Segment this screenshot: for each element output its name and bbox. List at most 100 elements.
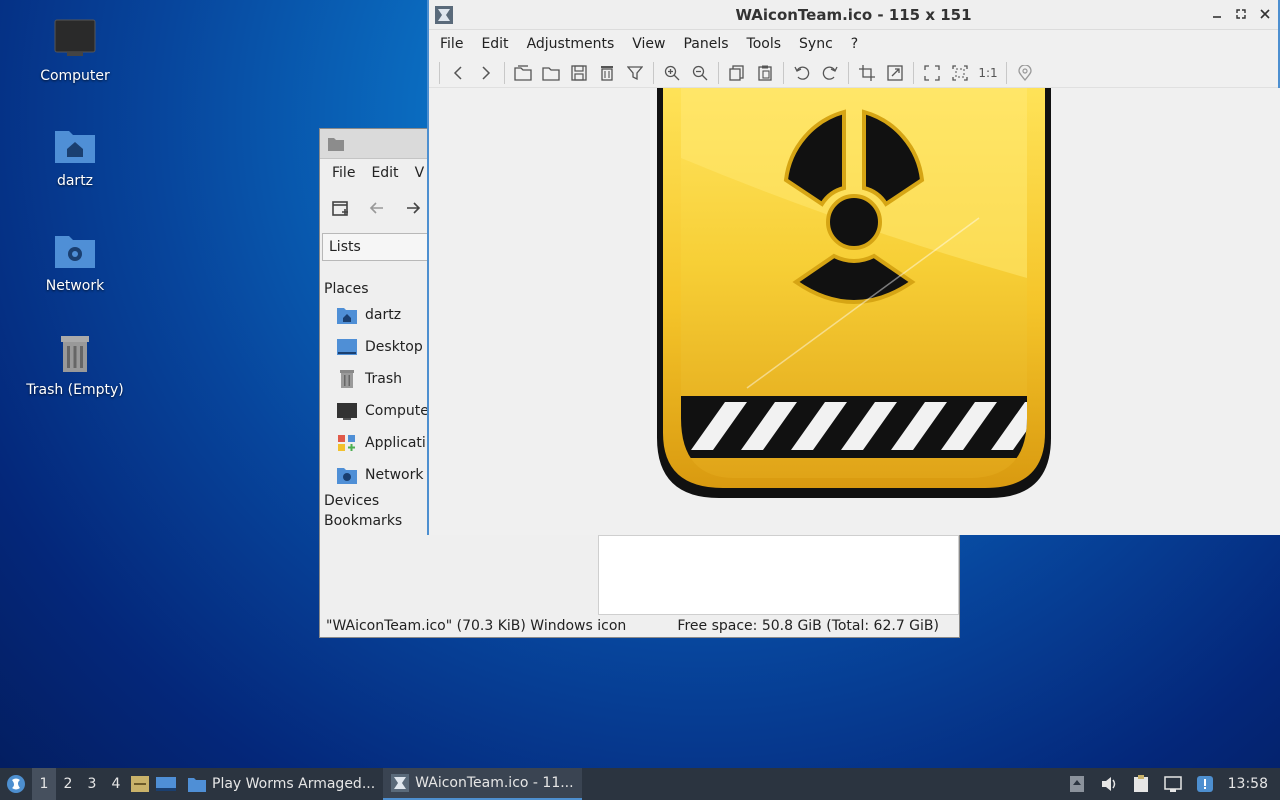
- menu-file[interactable]: File: [324, 165, 363, 181]
- system-tray: 13:58: [1068, 775, 1280, 793]
- menu-tools[interactable]: Tools: [738, 36, 791, 52]
- taskbar: 1 2 3 4 Play Worms Armaged... WAiconTeam…: [0, 768, 1280, 800]
- radiation-icon-image: [657, 88, 1051, 498]
- toolbar-separator: [1006, 61, 1007, 84]
- task-label: WAiconTeam.ico - 11...: [415, 775, 574, 791]
- image-viewer-titlebar[interactable]: WAiconTeam.ico - 115 x 151: [429, 0, 1278, 30]
- desktop-icon-label: dartz: [56, 173, 94, 189]
- sidebar-item-label: Applicati: [365, 435, 426, 451]
- delete-icon[interactable]: [593, 60, 621, 86]
- image-viewer-menubar: File Edit Adjustments View Panels Tools …: [429, 30, 1278, 58]
- back-arrow-icon[interactable]: [366, 197, 388, 219]
- desktop-icon: [337, 339, 357, 355]
- folder-icon: [328, 137, 344, 151]
- clipboard-icon[interactable]: [1132, 775, 1150, 793]
- desktop-icon-network[interactable]: Network: [20, 228, 130, 294]
- paste-icon[interactable]: [751, 60, 779, 86]
- show-desktop-icon[interactable]: [128, 768, 152, 800]
- status-bar: "WAiconTeam.ico" (70.3 KiB) Windows icon…: [320, 615, 959, 637]
- menu-file[interactable]: File: [431, 36, 472, 52]
- menu-edit[interactable]: Edit: [363, 165, 406, 181]
- side-pane-mode-select[interactable]: Lists: [322, 233, 442, 261]
- toolbar-separator: [913, 61, 914, 84]
- fit-window-icon[interactable]: [946, 60, 974, 86]
- file-view-area[interactable]: [598, 535, 959, 615]
- menu-help[interactable]: ?: [842, 36, 867, 52]
- toolbar-separator: [439, 61, 440, 84]
- previous-icon[interactable]: [444, 60, 472, 86]
- image-viewer-window: WAiconTeam.ico - 115 x 151 File Edit Adj…: [427, 0, 1280, 535]
- save-icon[interactable]: [565, 60, 593, 86]
- network-status-icon[interactable]: [1163, 775, 1182, 793]
- menu-adjustments[interactable]: Adjustments: [518, 36, 624, 52]
- forward-arrow-icon[interactable]: [402, 197, 424, 219]
- network-folder-icon: [337, 468, 357, 484]
- image-viewer-icon: [435, 5, 453, 24]
- fullscreen-icon[interactable]: [918, 60, 946, 86]
- workspace-1[interactable]: 1: [32, 768, 56, 800]
- rotate-right-icon[interactable]: [816, 60, 844, 86]
- minimize-icon[interactable]: [1210, 6, 1224, 22]
- sidebar-item-label: Desktop: [365, 339, 423, 355]
- next-icon[interactable]: [472, 60, 500, 86]
- sidebar-item-label: Trash: [365, 371, 402, 387]
- workspace-3[interactable]: 3: [80, 768, 104, 800]
- window-title: WAiconTeam.ico - 115 x 151: [735, 5, 972, 24]
- zoom-out-icon[interactable]: [686, 60, 714, 86]
- trash-icon: [61, 336, 89, 372]
- desktop-icon-home[interactable]: dartz: [20, 123, 130, 189]
- trash-icon: [340, 370, 354, 388]
- folder-icon: [188, 778, 206, 792]
- desktop-icon-trash[interactable]: Trash (Empty): [20, 332, 130, 398]
- copy-icon[interactable]: [723, 60, 751, 86]
- status-file-info: "WAiconTeam.ico" (70.3 KiB) Windows icon: [326, 618, 627, 634]
- task-file-manager[interactable]: Play Worms Armaged...: [180, 768, 383, 800]
- start-menu-icon[interactable]: [0, 768, 32, 800]
- filter-icon[interactable]: [621, 60, 649, 86]
- task-label: Play Worms Armaged...: [212, 776, 376, 792]
- file-manager-launcher-icon[interactable]: [152, 768, 180, 800]
- menu-sync[interactable]: Sync: [790, 36, 842, 52]
- sidebar-item-label: Compute: [365, 403, 429, 419]
- open-recent-icon[interactable]: [509, 60, 537, 86]
- home-folder-icon: [55, 131, 95, 163]
- status-free-space: Free space: 50.8 GiB (Total: 62.7 GiB): [677, 618, 939, 634]
- new-tab-icon[interactable]: [330, 197, 352, 219]
- network-folder-icon: [55, 236, 95, 268]
- desktop-icon-computer[interactable]: Computer: [20, 18, 130, 84]
- sidebar-item-label: Network: [365, 467, 424, 483]
- computer-icon: [337, 403, 357, 420]
- image-viewer-toolbar: 1:1: [429, 58, 1278, 88]
- updates-icon[interactable]: [1196, 775, 1214, 793]
- volume-icon[interactable]: [1100, 775, 1118, 793]
- computer-icon: [54, 19, 96, 56]
- sidebar-item-label: dartz: [365, 307, 402, 323]
- menu-edit[interactable]: Edit: [472, 36, 517, 52]
- toolbar-separator: [653, 61, 654, 84]
- home-folder-icon: [337, 308, 357, 324]
- rotate-left-icon[interactable]: [788, 60, 816, 86]
- toolbar-separator: [848, 61, 849, 84]
- original-size-icon[interactable]: 1:1: [974, 60, 1002, 86]
- crop-icon[interactable]: [853, 60, 881, 86]
- menu-view[interactable]: View: [623, 36, 674, 52]
- desktop-icon-label: Network: [45, 278, 105, 294]
- resize-icon[interactable]: [881, 60, 909, 86]
- workspace-4[interactable]: 4: [104, 768, 128, 800]
- workspace-2[interactable]: 2: [56, 768, 80, 800]
- applications-icon: [338, 435, 355, 451]
- zoom-in-icon[interactable]: [658, 60, 686, 86]
- close-icon[interactable]: [1258, 6, 1272, 22]
- image-viewer-icon: [391, 774, 410, 792]
- image-canvas[interactable]: [429, 88, 1280, 535]
- task-image-viewer[interactable]: WAiconTeam.ico - 11...: [383, 768, 582, 800]
- toolbar-separator: [718, 61, 719, 84]
- clock[interactable]: 13:58: [1228, 776, 1268, 792]
- tray-expand-icon[interactable]: [1068, 775, 1086, 793]
- desktop-icon-label: Trash (Empty): [26, 382, 124, 398]
- desktop-icon-label: Computer: [40, 68, 110, 84]
- menu-panels[interactable]: Panels: [674, 36, 737, 52]
- maximize-icon[interactable]: [1234, 6, 1248, 22]
- open-folder-icon[interactable]: [537, 60, 565, 86]
- location-icon[interactable]: [1011, 60, 1039, 86]
